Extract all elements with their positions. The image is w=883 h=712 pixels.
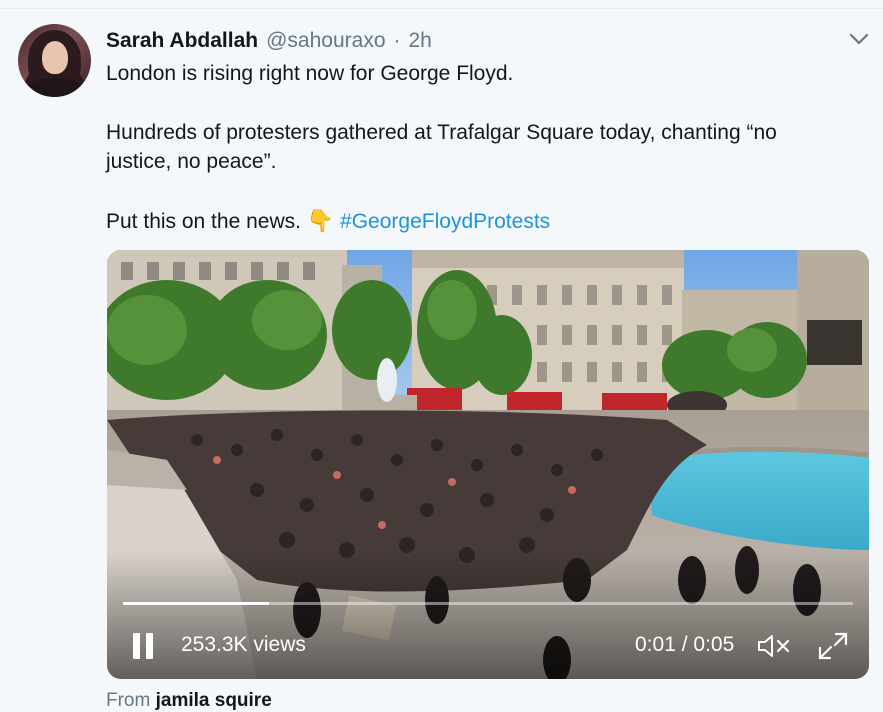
expand-icon[interactable] (817, 631, 849, 661)
avatar[interactable] (18, 24, 91, 97)
chevron-down-icon[interactable] (848, 30, 870, 48)
pause-icon[interactable] (133, 633, 155, 659)
tweet-timestamp[interactable]: 2h (409, 28, 432, 54)
tweet-text-line-2: Hundreds of protesters gathered at Trafa… (106, 121, 777, 144)
time-current: 0:01 (635, 633, 676, 656)
source-prefix: From (106, 690, 151, 711)
video-progress-bar[interactable] (123, 602, 853, 605)
video-player[interactable]: 253.3K views 0:01 / 0:05 (107, 250, 869, 679)
author-name[interactable]: Sarah Abdallah (106, 28, 258, 54)
video-time: 0:01 / 0:05 (635, 633, 734, 657)
volume-muted-icon[interactable] (755, 631, 791, 661)
pointing-down-emoji: 👇 (306, 208, 335, 233)
divider (0, 8, 883, 9)
author-handle[interactable]: @sahouraxo (266, 28, 385, 54)
time-total: 0:05 (693, 633, 735, 656)
source-name[interactable]: jamila squire (156, 690, 272, 711)
video-progress-fill (123, 602, 269, 605)
video-frame (107, 250, 869, 679)
tweet[interactable]: Sarah Abdallah @sahouraxo · 2h London is… (0, 0, 883, 712)
video-controls: 253.3K views 0:01 / 0:05 (107, 625, 869, 671)
tweet-text-line-3: justice, no peace”. (106, 150, 277, 173)
avatar-face (42, 41, 68, 74)
tweet-header: Sarah Abdallah @sahouraxo · 2h (106, 28, 432, 54)
video-source: From jamila squire (106, 690, 272, 712)
view-count: 253.3K views (181, 633, 306, 656)
tweet-text-line-1: London is rising right now for George Fl… (106, 62, 514, 85)
time-separator: / (681, 633, 688, 656)
tweet-text-news: Put this on the news. (106, 210, 301, 233)
tweet-text-line-4: Put this on the news. 👇 #GeorgeFloydProt… (106, 206, 550, 236)
hashtag-link[interactable]: #GeorgeFloydProtests (340, 210, 550, 233)
separator-dot: · (393, 29, 401, 52)
